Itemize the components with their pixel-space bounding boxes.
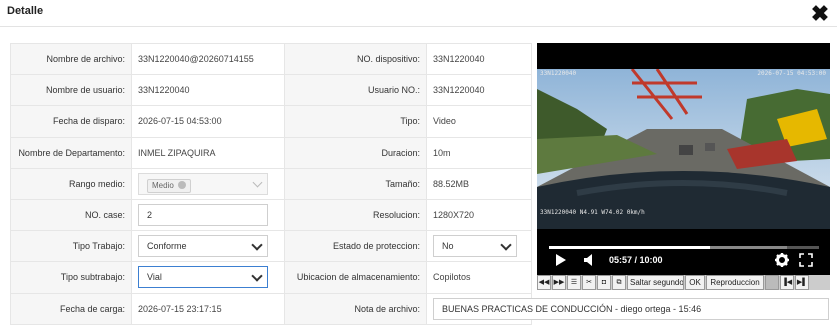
no-dispositivo-label: NO. dispositivo:	[284, 42, 427, 76]
estado-proteccion-select[interactable]: No	[433, 235, 517, 258]
row-nombre-usuario: Nombre de usuario: 33N1220040 Usuario NO…	[10, 74, 532, 107]
fullscreen-icon[interactable]	[799, 253, 813, 272]
chip-remove-icon	[177, 180, 186, 189]
row-departamento: Nombre de Departamento: INMEL ZIPAQUIRA …	[10, 136, 532, 169]
ubicacion-value: Copilotos	[426, 261, 532, 294]
row-no-case: NO. case: 2 Resolucion: 1280X720	[10, 198, 532, 232]
row-fecha-disparo: Fecha de disparo: 2026-07-15 04:53:00 Ti…	[10, 105, 532, 138]
playback-button[interactable]: Reproduccion	[706, 275, 764, 290]
video-current-time: 05:57	[609, 255, 633, 265]
nota-archivo-input[interactable]: BUENAS PRACTICAS DE CONDUCCIÓN - diego o…	[433, 297, 829, 320]
cut-icon[interactable]: ✂	[582, 275, 596, 290]
departamento-label: Nombre de Departamento:	[10, 136, 132, 169]
duracion-value: 10m	[426, 136, 532, 169]
row-fecha-carga: Fecha de carga: 2026-07-15 23:17:15 Nota…	[10, 292, 829, 325]
video-player[interactable]: 33N1220040 2026-07-15 04:53:00 33N122004…	[537, 43, 830, 275]
row-rango-medio: Rango medio: Medio Tamaño: 88.52MB	[10, 167, 532, 200]
resolucion-value: 1280X720	[426, 198, 532, 232]
dialog-header: Detalle ✖	[0, 0, 837, 27]
nombre-usuario-label: Nombre de usuario:	[10, 74, 132, 107]
rango-medio-chip: Medio	[147, 178, 191, 193]
fast-forward-icon[interactable]: ▶▶	[552, 275, 566, 290]
video-duration: 10:00	[639, 255, 663, 265]
ubicacion-label: Ubicacion de almacenamiento:	[284, 261, 427, 294]
nombre-archivo-label: Nombre de archivo:	[10, 42, 132, 76]
close-icon[interactable]: ✖	[809, 3, 831, 25]
volume-icon[interactable]	[583, 253, 595, 272]
step-back-icon[interactable]: ▐◀	[780, 275, 794, 290]
row-nombre-archivo: Nombre de archivo: 33N1220040@2026071415…	[10, 42, 532, 76]
no-case-label: NO. case:	[10, 198, 132, 232]
video-played	[549, 246, 710, 249]
tamano-value: 88.52MB	[426, 167, 532, 200]
fecha-disparo-value: 2026-07-15 04:53:00	[131, 105, 285, 138]
video-progress-bar[interactable]	[549, 246, 819, 249]
departamento-value: INMEL ZIPAQUIRA	[131, 136, 285, 169]
rango-medio-select: Medio	[138, 172, 268, 195]
tamano-label: Tamaño:	[284, 167, 427, 200]
tipo-subtrabajo-label: Tipo subtrabajo:	[10, 261, 132, 294]
fecha-carga-value: 2026-07-15 23:17:15	[131, 292, 285, 325]
playback-toolbar: ◀◀ ▶▶ ☰ ✂ ◘ ⧉ Saltar segundos OK Reprodu…	[537, 275, 830, 290]
row-tipo-subtrabajo: Tipo subtrabajo: Vial Ubicacion de almac…	[10, 261, 532, 294]
no-case-input[interactable]: 2	[138, 204, 268, 227]
rango-medio-label: Rango medio:	[10, 167, 132, 200]
ok-button[interactable]: OK	[685, 275, 705, 290]
usuario-no-label: Usuario NO.:	[284, 74, 427, 107]
toolbar-spacer	[765, 275, 779, 290]
list-icon[interactable]: ☰	[567, 275, 581, 290]
play-icon[interactable]	[555, 253, 567, 272]
row-tipo-trabajo: Tipo Trabajo: Conforme Estado de protecc…	[10, 230, 532, 263]
rewind-icon[interactable]: ◀◀	[537, 275, 551, 290]
video-frame	[537, 69, 830, 229]
skip-seconds-input[interactable]: Saltar segundos	[627, 275, 684, 290]
nota-archivo-label: Nota de archivo:	[284, 292, 427, 325]
duracion-label: Duracion:	[284, 136, 427, 169]
resolucion-label: Resolucion:	[284, 198, 427, 232]
rango-medio-chip-text: Medio	[152, 180, 174, 190]
step-forward-icon[interactable]: ▶▌	[795, 275, 809, 290]
video-osd-top-right: 2026-07-15 04:53:00	[757, 70, 826, 77]
tipo-subtrabajo-select[interactable]: Vial	[138, 266, 268, 289]
video-osd-bottom: 33N1220040 N4.91 W74.02 0km/h	[540, 209, 645, 216]
video-osd-top-left: 33N1220040	[540, 70, 577, 77]
fecha-carga-label: Fecha de carga:	[10, 292, 132, 325]
nombre-usuario-value: 33N1220040	[131, 74, 285, 107]
detail-form: Nombre de archivo: 33N1220040@2026071415…	[10, 42, 829, 325]
tipo-trabajo-select[interactable]: Conforme	[138, 235, 268, 258]
tipo-trabajo-label: Tipo Trabajo:	[10, 230, 132, 263]
export-icon[interactable]: ⧉	[612, 275, 626, 290]
estado-proteccion-label: Estado de proteccion:	[284, 230, 427, 263]
usuario-no-value: 33N1220040	[426, 74, 532, 107]
gear-icon[interactable]	[775, 253, 789, 272]
video-time: 05:57 / 10:00	[609, 255, 663, 265]
dialog-title: Detalle	[7, 5, 44, 17]
tipo-label: Tipo:	[284, 105, 427, 138]
no-dispositivo-value: 33N1220040	[426, 42, 532, 76]
fecha-disparo-label: Fecha de disparo:	[10, 105, 132, 138]
tipo-value: Video	[426, 105, 532, 138]
nombre-archivo-value: 33N1220040@20260714155	[131, 42, 285, 76]
capture-icon[interactable]: ◘	[597, 275, 611, 290]
